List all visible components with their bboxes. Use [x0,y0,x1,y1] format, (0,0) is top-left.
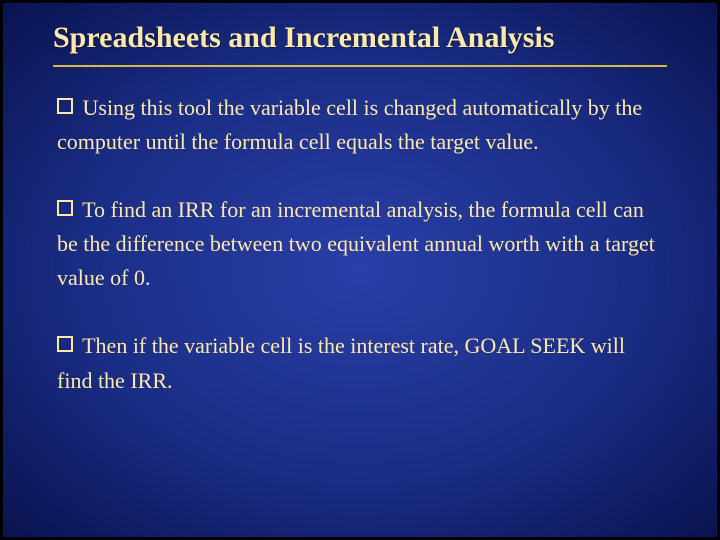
bullet-1-text: Using this tool the variable cell is cha… [57,95,642,154]
bullet-2-text: To find an IRR for an incremental analys… [57,197,655,290]
slide: Spreadsheets and Incremental Analysis Us… [0,0,720,540]
square-bullet-icon [57,336,73,352]
slide-title: Spreadsheets and Incremental Analysis [53,21,667,61]
bullet-3-text: Then if the variable cell is the interes… [57,333,625,392]
title-area: Spreadsheets and Incremental Analysis [23,21,697,67]
bullet-2: To find an IRR for an incremental analys… [57,193,663,295]
square-bullet-icon [57,98,73,114]
square-bullet-icon [57,200,73,216]
bullet-3: Then if the variable cell is the interes… [57,329,663,397]
slide-body: Using this tool the variable cell is cha… [23,67,697,398]
bullet-1: Using this tool the variable cell is cha… [57,91,663,159]
